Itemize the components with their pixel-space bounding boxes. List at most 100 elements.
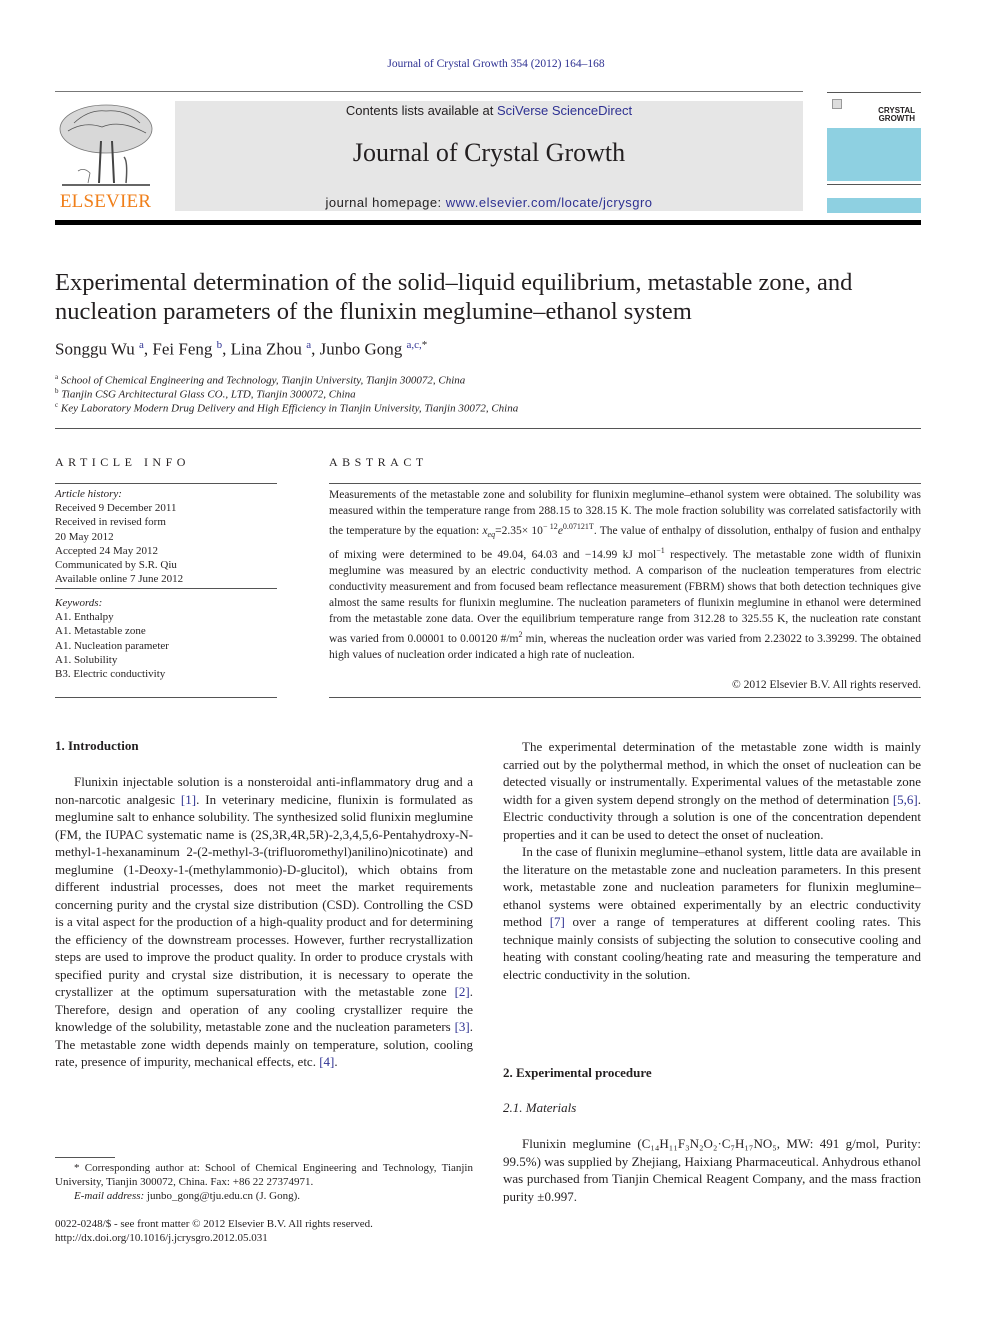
article-history: Article history: Received 9 December 201… bbox=[55, 487, 277, 586]
author-list: Songgu Wu a, Fei Feng b, Lina Zhou a, Ju… bbox=[55, 339, 428, 359]
citation-link[interactable]: [1] bbox=[181, 792, 196, 807]
history-item: Communicated by S.R. Qiu bbox=[55, 559, 177, 572]
elsevier-wordmark: ELSEVIER bbox=[59, 191, 152, 212]
author-name[interactable]: Lina Zhou bbox=[231, 340, 302, 359]
subsection-heading-materials: 2.1. Materials bbox=[503, 1100, 577, 1115]
affiliation: a School of Chemical Engineering and Tec… bbox=[55, 373, 465, 387]
elsevier-tree-icon bbox=[59, 104, 153, 186]
cover-publisher-icon bbox=[832, 99, 842, 109]
affiliation-mark: a bbox=[55, 373, 59, 381]
citation-link[interactable]: [7] bbox=[550, 914, 565, 929]
history-item: Received 9 December 2011 bbox=[55, 502, 177, 515]
keyword: A1. Enthalpy bbox=[55, 611, 114, 624]
corresponding-author-footnote: * Corresponding author at: School of Che… bbox=[55, 1161, 473, 1204]
section-heading-experimental: 2. Experimental procedure bbox=[503, 1065, 652, 1080]
abstract-text: Measurements of the metastable zone and … bbox=[329, 487, 921, 663]
history-item: Accepted 24 May 2012 bbox=[55, 544, 158, 557]
sciencedirect-link[interactable]: SciVerse ScienceDirect bbox=[497, 103, 632, 118]
email-address[interactable]: junbo_gong@tju.edu.cn (J. Gong). bbox=[144, 1190, 300, 1202]
paragraph: In the case of flunixin meglumine–ethano… bbox=[503, 843, 921, 983]
footnote-divider bbox=[55, 1157, 115, 1158]
unit-exponent: −1 bbox=[656, 546, 665, 556]
keywords-label: Keywords: bbox=[55, 597, 103, 609]
corresponding-author-mark[interactable]: * bbox=[422, 339, 428, 351]
citation-link[interactable]: [5,6] bbox=[893, 792, 918, 807]
author-affiliation-mark[interactable]: a,c,* bbox=[406, 339, 427, 351]
history-label: Article history: bbox=[55, 488, 122, 500]
materials-paragraph: Flunixin meglumine (C₁₄H₁₁F₃N₂O₂·C₇H₁₇NO… bbox=[503, 1135, 921, 1205]
article-title: Experimental determination of the solid–… bbox=[55, 269, 853, 325]
citation-link[interactable]: [3] bbox=[455, 1019, 470, 1034]
left-column: Flunixin injectable solution is a nonste… bbox=[55, 773, 473, 1071]
title-divider bbox=[55, 428, 921, 429]
abstract-heading: ABSTRACT bbox=[329, 455, 428, 469]
history-item: Received in revised form bbox=[55, 516, 166, 529]
cover-footer-block bbox=[827, 198, 921, 213]
journal-title: Journal of Crystal Growth bbox=[352, 138, 626, 167]
article-info-divider bbox=[55, 483, 277, 484]
homepage-prefix: journal homepage: bbox=[325, 195, 446, 210]
text-segment: . bbox=[334, 1054, 338, 1069]
cover-title: CRYSTAL GROWTH bbox=[878, 107, 915, 123]
affiliation: b Tianjin CSG Architectural Glass CO., L… bbox=[55, 387, 356, 401]
abstract-copyright: © 2012 Elsevier B.V. All rights reserved… bbox=[732, 679, 921, 691]
author-affiliation-mark[interactable]: b bbox=[217, 339, 223, 351]
affiliation: c Key Laboratory Modern Drug Delivery an… bbox=[55, 401, 518, 415]
abstract-divider-top bbox=[329, 483, 921, 484]
equation-part: =2.35× 10 bbox=[495, 524, 543, 537]
author-name[interactable]: Songgu Wu bbox=[55, 340, 135, 359]
right-column: The experimental determination of the me… bbox=[503, 738, 921, 983]
equation-exponent: 0.07121T bbox=[562, 522, 594, 531]
journal-homepage-link[interactable]: www.elsevier.com/locate/jcrysgro bbox=[446, 195, 653, 210]
author-name[interactable]: Junbo Gong bbox=[320, 340, 403, 359]
history-item: Available online 7 June 2012 bbox=[55, 573, 184, 586]
paragraph: The experimental determination of the me… bbox=[503, 738, 921, 843]
contents-prefix: Contents lists available at bbox=[345, 103, 497, 118]
abstract-segment: respectively. The metastable zone width … bbox=[329, 548, 921, 645]
author-name[interactable]: Fei Feng bbox=[152, 340, 212, 359]
affiliation-text: Tianjin CSG Architectural Glass CO., LTD… bbox=[61, 388, 356, 401]
text-segment: . In veterinary medicine, flunixin is fo… bbox=[55, 791, 473, 1000]
paragraph: Flunixin meglumine (C₁₄H₁₁F₃N₂O₂·C₇H₁₇NO… bbox=[503, 1136, 921, 1204]
affiliation-mark: c bbox=[55, 401, 59, 409]
paragraph: Flunixin injectable solution is a nonste… bbox=[55, 773, 473, 1071]
cover-title-line2: GROWTH bbox=[878, 114, 915, 123]
affiliation-text: Key Laboratory Modern Drug Delivery and … bbox=[60, 402, 519, 415]
equation-exponent: − 12 bbox=[542, 522, 558, 531]
history-divider bbox=[55, 588, 277, 589]
keyword: A1. Metastable zone bbox=[55, 625, 146, 638]
journal-reference[interactable]: Journal of Crystal Growth 354 (2012) 164… bbox=[0, 58, 992, 70]
masthead-bottom-bar bbox=[55, 220, 921, 225]
abstract-divider-bottom bbox=[329, 697, 921, 698]
homepage-line: journal homepage: www.elsevier.com/locat… bbox=[175, 195, 803, 210]
citation-link[interactable]: [4] bbox=[319, 1054, 334, 1069]
text-segment: over a range of temperatures at differen… bbox=[503, 914, 921, 982]
contents-line: Contents lists available at SciVerse Sci… bbox=[175, 103, 803, 118]
affiliation-text: School of Chemical Engineering and Techn… bbox=[60, 374, 466, 387]
footnote-text: * Corresponding author at: School of Che… bbox=[55, 1162, 473, 1189]
equation-subscript: eq bbox=[487, 530, 496, 540]
history-item: 20 May 2012 bbox=[55, 530, 114, 543]
citation-link[interactable]: [2] bbox=[455, 984, 470, 999]
front-matter: 0022-0248/$ - see front matter © 2012 El… bbox=[55, 1217, 473, 1245]
author-affiliation-mark[interactable]: a bbox=[306, 339, 311, 351]
keyword: A1. Solubility bbox=[55, 653, 118, 666]
doi-link[interactable]: http://dx.doi.org/10.1016/j.jcrysgro.201… bbox=[55, 1231, 473, 1245]
author-affiliation-mark[interactable]: a bbox=[139, 339, 144, 351]
elsevier-logo[interactable]: ELSEVIER bbox=[54, 101, 157, 213]
keywords: Keywords: A1. Enthalpy A1. Metastable zo… bbox=[55, 596, 277, 681]
cover-image-block bbox=[827, 128, 921, 181]
article-info-heading: ARTICLE INFO bbox=[55, 455, 190, 469]
cover-divider bbox=[827, 184, 921, 185]
issn-line: 0022-0248/$ - see front matter © 2012 El… bbox=[55, 1218, 373, 1230]
affiliation-mark: b bbox=[55, 387, 59, 395]
journal-cover-thumbnail[interactable]: CRYSTAL GROWTH bbox=[827, 92, 921, 213]
keyword: B3. Electric conductivity bbox=[55, 668, 166, 681]
masthead-divider bbox=[55, 91, 803, 92]
email-label: E-mail address: bbox=[74, 1190, 145, 1203]
keywords-divider bbox=[55, 697, 277, 698]
text-segment: The experimental determination of the me… bbox=[503, 739, 921, 807]
email-line: E-mail address: junbo_gong@tju.edu.cn (J… bbox=[55, 1189, 473, 1203]
section-heading-introduction: 1. Introduction bbox=[55, 738, 139, 753]
keyword: A1. Nucleation parameter bbox=[55, 639, 169, 652]
